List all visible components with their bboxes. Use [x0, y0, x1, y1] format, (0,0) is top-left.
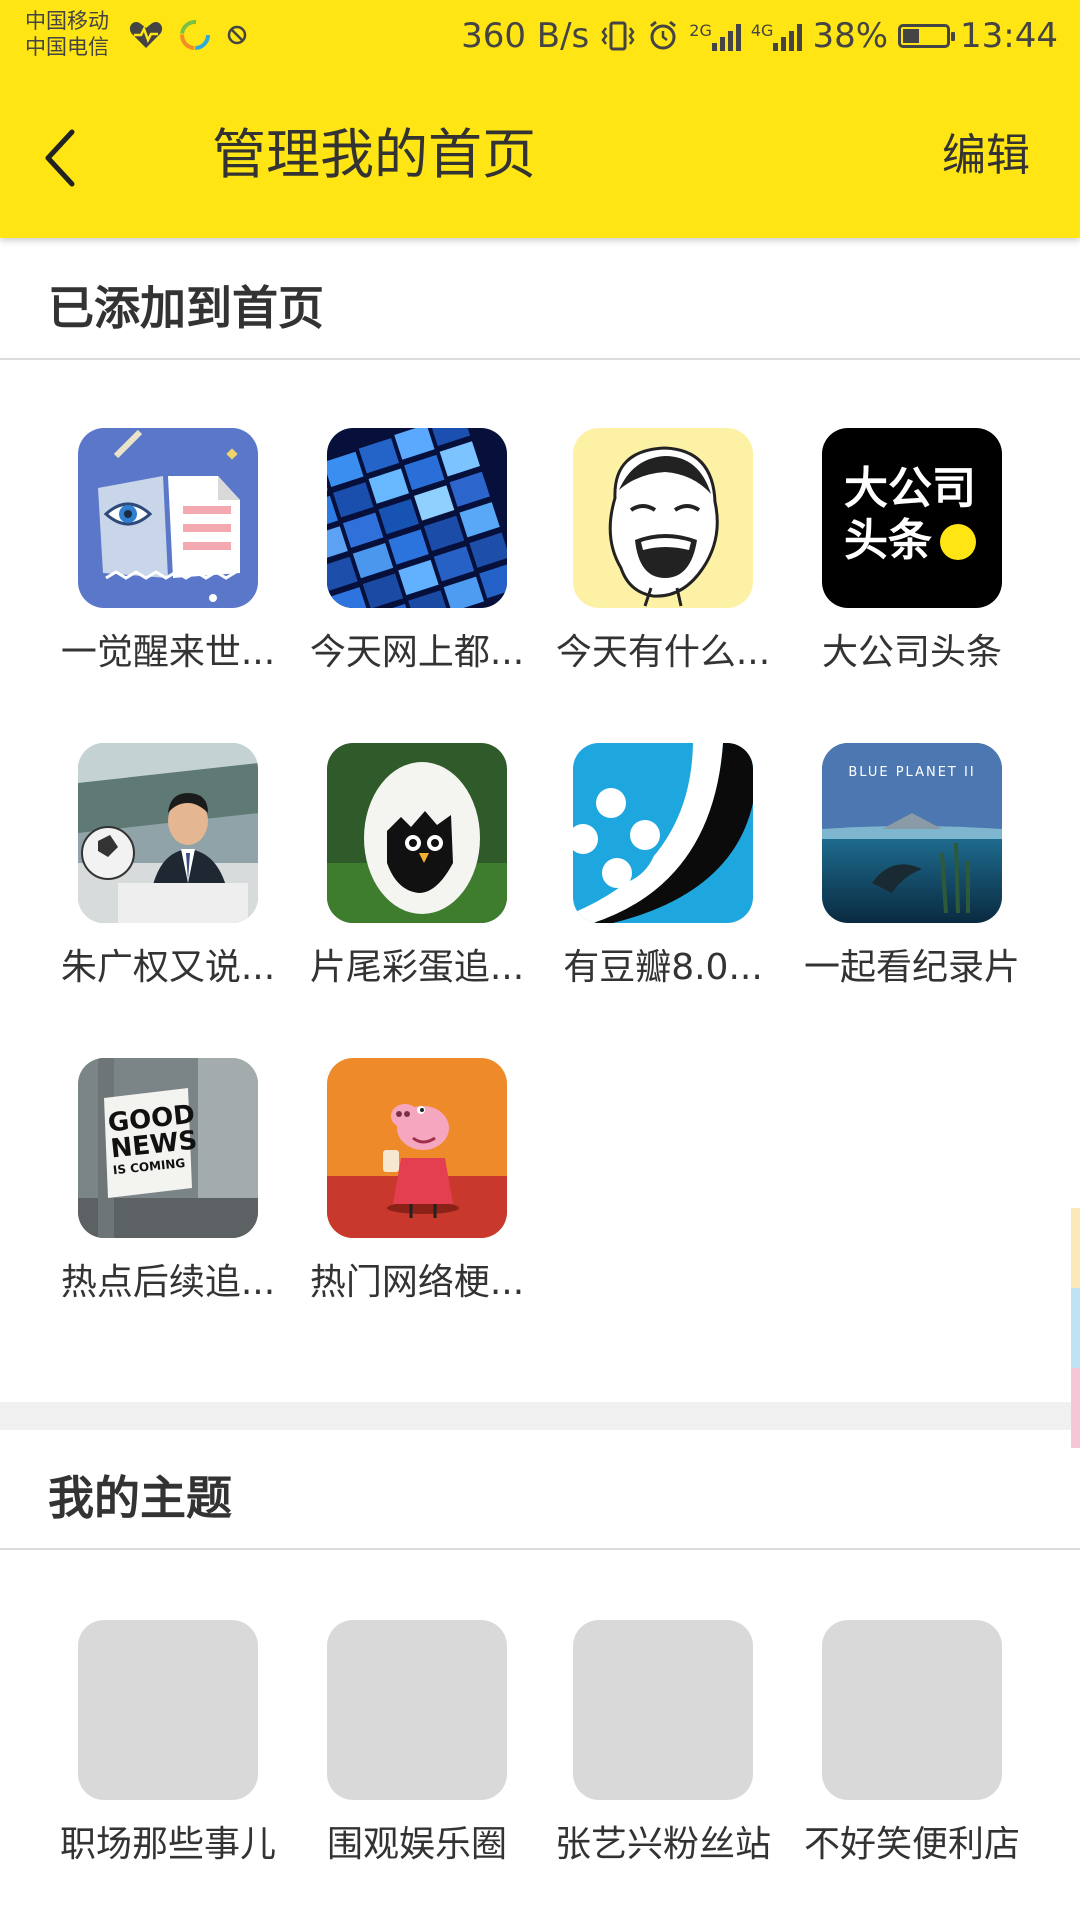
theme-label: 张艺兴粉丝站 — [554, 1824, 771, 1865]
signal-icon-2 — [773, 21, 803, 51]
homepage-item[interactable]: BLUE PLANET II 一起看纪录片 — [792, 743, 1032, 991]
theme-label: 不好笑便利店 — [803, 1824, 1020, 1865]
item-label: 大公司头条 — [821, 632, 1002, 673]
homepage-item[interactable]: 大公司 头条 大公司头条 — [792, 428, 1032, 676]
status-icons-right: 360 B/s 2G 4G 38% 13:44 — [461, 16, 1058, 56]
item-label: 热门网络梗... — [309, 1262, 525, 1303]
homepage-item[interactable]: GOOD NEWS IS COMING 热点后续追... — [48, 1058, 288, 1306]
theme-item[interactable]: 职场那些事儿 — [48, 1620, 288, 1868]
theme-thumbnail-placeholder — [822, 1620, 1002, 1800]
heart-health-icon — [129, 22, 163, 48]
big-company-headlines-logo: 大公司 头条 — [822, 428, 1002, 608]
scroll-indicator-segment — [1071, 1368, 1080, 1448]
signal-icon — [711, 21, 741, 51]
item-label: 一觉醒来世... — [60, 632, 276, 673]
egg-with-chick-icon — [327, 743, 507, 923]
scroll-indicator-segment — [1071, 1288, 1080, 1368]
item-label: 热点后续追... — [60, 1262, 276, 1303]
battery-icon — [898, 24, 956, 48]
theme-thumbnail-placeholder — [327, 1620, 507, 1800]
logo-dot-icon — [940, 524, 976, 560]
sim1-tech: 2G — [689, 21, 712, 40]
theme-label: 职场那些事儿 — [59, 1824, 276, 1865]
news-anchor-photo — [78, 743, 258, 923]
item-label: 有豆瓣8.0... — [563, 947, 763, 988]
ring-app-icon — [180, 20, 210, 50]
theme-thumbnail-placeholder — [573, 1620, 753, 1800]
item-label: 一起看纪录片 — [803, 947, 1020, 988]
poster-text: GOOD NEWS IS COMING — [106, 1100, 201, 1179]
logo-text-1: 大公司 — [844, 463, 976, 514]
back-button[interactable] — [40, 118, 100, 198]
blue-planet-ocean-photo: BLUE PLANET II — [822, 743, 1002, 923]
network-speed: 360 B/s — [461, 16, 590, 56]
scroll-indicator-segment — [1071, 1208, 1080, 1288]
sim2-tech: 4G — [750, 21, 774, 40]
section-divider — [0, 1402, 1080, 1430]
homepage-item[interactable]: 有豆瓣8.0... — [543, 743, 783, 991]
blue-planet-title: BLUE PLANET II — [848, 765, 976, 780]
themes-section-title: 我的主题 — [48, 1471, 232, 1525]
alarm-icon — [650, 20, 677, 50]
theme-item[interactable]: 围观娱乐圈 — [297, 1620, 537, 1868]
item-label: 朱广权又说... — [60, 947, 276, 988]
carrier-info: 中国移动 中国电信 — [25, 8, 109, 60]
clock: 13:44 — [960, 16, 1058, 56]
item-label: 片尾彩蛋追... — [309, 947, 525, 988]
added-section-header: 已添加到首页 — [0, 240, 1080, 360]
laughing-meme-face-icon — [573, 428, 753, 608]
app-header: 中国移动 中国电信 360 B/s 2G 4G 38% 13:44 管理我的首页… — [0, 0, 1080, 238]
blocked-icon — [227, 25, 247, 45]
theme-label: 围观娱乐圈 — [326, 1824, 507, 1865]
chevron-left-icon — [45, 129, 75, 187]
carrier-2: 中国电信 — [25, 35, 109, 59]
peppa-pig-icon — [327, 1058, 507, 1238]
news-screens-icon — [327, 428, 507, 608]
edit-button[interactable]: 编辑 — [942, 126, 1030, 186]
battery-percent: 38% — [812, 16, 889, 56]
good-news-poster-photo: GOOD NEWS IS COMING — [78, 1058, 258, 1238]
film-reel-icon — [573, 743, 753, 923]
theme-item[interactable]: 不好笑便利店 — [792, 1620, 1032, 1868]
open-book-eye-icon — [78, 428, 258, 608]
page-title: 管理我的首页 — [212, 123, 536, 186]
homepage-item[interactable]: 今天有什么... — [543, 428, 783, 676]
homepage-item[interactable]: 朱广权又说... — [48, 743, 288, 991]
homepage-item[interactable]: 一觉醒来世... — [48, 428, 288, 676]
carrier-1: 中国移动 — [25, 9, 109, 33]
homepage-item[interactable]: 今天网上都... — [297, 428, 537, 676]
status-bar: 中国移动 中国电信 360 B/s 2G 4G 38% 13:44 — [0, 0, 1080, 75]
theme-item[interactable]: 张艺兴粉丝站 — [543, 1620, 783, 1868]
item-label: 今天有什么... — [555, 632, 771, 673]
added-section-title: 已添加到首页 — [48, 281, 324, 335]
vibrate-icon — [601, 21, 635, 51]
theme-thumbnail-placeholder — [78, 1620, 258, 1800]
status-icons-left — [128, 18, 248, 52]
logo-text-2: 头条 — [844, 515, 932, 566]
homepage-item[interactable]: 热门网络梗... — [297, 1058, 537, 1306]
themes-section-header: 我的主题 — [0, 1430, 1080, 1550]
item-label: 今天网上都... — [309, 632, 525, 673]
homepage-item[interactable]: 片尾彩蛋追... — [297, 743, 537, 991]
